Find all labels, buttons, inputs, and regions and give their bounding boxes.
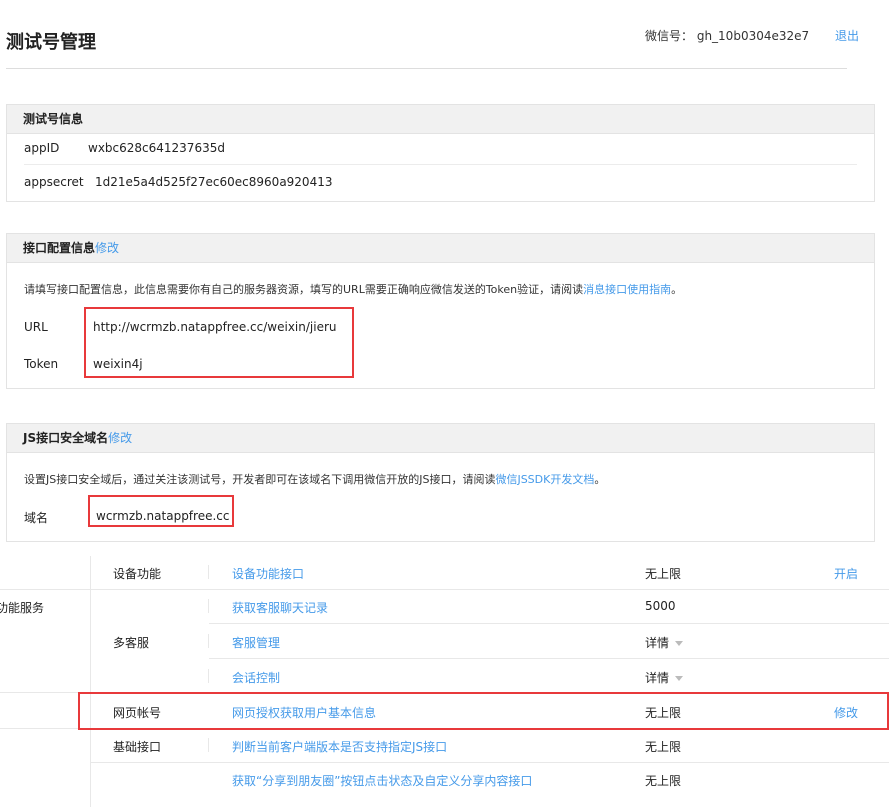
panel-header: 测试号信息 <box>7 105 874 134</box>
api-config-edit-link[interactable]: 修改 <box>95 241 119 255</box>
table-row-divider <box>209 623 889 624</box>
category-basic-api: 基础接口 <box>113 740 162 754</box>
description-text: 请填写接口配置信息，此信息需要你有自己的服务器资源，填写的URL需要正确响应微信… <box>24 283 584 296</box>
token-label: Token <box>24 357 59 371</box>
function-services-label: 功能服务 <box>0 601 45 615</box>
details-dropdown[interactable]: 详情 <box>645 634 684 651</box>
limit-value: 无上限 <box>645 567 682 581</box>
table-row-divider <box>91 762 889 763</box>
kf-chat-record-link[interactable]: 获取客服聊天记录 <box>232 599 328 616</box>
highlight-box <box>88 495 234 527</box>
url-row: URL http://wcrmzb.natappfree.cc/weixin/j… <box>24 320 337 334</box>
table-column-divider <box>208 634 209 648</box>
details-label: 详情 <box>645 636 670 650</box>
table-column-divider <box>208 599 209 613</box>
jssdk-doc-link[interactable]: 微信JSSDK开发文档 <box>495 473 594 486</box>
panel-header: JS接口安全域名修改 <box>7 424 874 453</box>
category-device: 设备功能 <box>113 567 162 581</box>
table-column-divider <box>208 738 209 752</box>
table-row-divider <box>0 589 889 590</box>
panel-title: JS接口安全域名 <box>23 431 109 445</box>
category-customer-service: 多客服 <box>113 636 150 650</box>
table-column-divider <box>208 669 209 683</box>
js-domain-edit-link[interactable]: 修改 <box>108 431 132 445</box>
table-column-divider <box>208 565 209 579</box>
caret-down-icon <box>675 641 684 646</box>
highlight-box <box>78 692 889 730</box>
kf-manage-link[interactable]: 客服管理 <box>232 634 280 651</box>
test-account-panel: 测试号信息 appID wxbc628c641237635d appsecret… <box>6 104 875 202</box>
token-row: Token weixin4j <box>24 357 143 371</box>
appsecret-label: appsecret <box>24 175 84 189</box>
description-suffix: 。 <box>671 283 683 296</box>
enable-device-link[interactable]: 开启 <box>834 565 858 582</box>
wechat-id-label: 微信号： <box>644 29 693 43</box>
appid-label: appID <box>24 141 60 155</box>
table-row-divider <box>209 658 889 659</box>
js-domain-description: 设置JS接口安全域后，通过关注该测试号，开发者即可在该域名下调用微信开放的JS接… <box>24 471 605 487</box>
caret-down-icon <box>675 676 684 681</box>
panel-title: 测试号信息 <box>23 112 84 126</box>
limit-value: 5000 <box>645 599 676 613</box>
highlight-box <box>84 307 354 378</box>
session-control-link[interactable]: 会话控制 <box>232 669 280 686</box>
description-suffix: 。 <box>594 473 606 486</box>
header-divider <box>6 68 847 69</box>
api-config-description: 请填写接口配置信息，此信息需要你有自己的服务器资源，填写的URL需要正确响应微信… <box>24 281 682 297</box>
details-label: 详情 <box>645 671 670 685</box>
account-info: 微信号： gh_10b0304e32e7 退出 <box>645 27 859 44</box>
appid-row: appID wxbc628c641237635d <box>24 141 225 155</box>
panel-title: 接口配置信息 <box>23 241 96 255</box>
appsecret-value: 1d21e5a4d525f27ec60ec8960a920413 <box>95 175 333 189</box>
check-js-api-link[interactable]: 判断当前客户端版本是否支持指定JS接口 <box>232 738 447 755</box>
appid-value: wxbc628c641237635d <box>88 141 225 155</box>
limit-value: 无上限 <box>645 774 682 788</box>
logout-link[interactable]: 退出 <box>835 29 859 43</box>
url-label: URL <box>24 320 48 334</box>
page-title: 测试号管理 <box>6 32 96 53</box>
share-timeline-link[interactable]: 获取“分享到朋友圈”按钮点击状态及自定义分享内容接口 <box>232 772 532 789</box>
panel-header: 接口配置信息修改 <box>7 234 874 263</box>
table-column-divider <box>90 556 91 807</box>
message-api-guide-link[interactable]: 消息接口使用指南 <box>583 283 671 296</box>
domain-row: 域名 wcrmzb.natappfree.cc <box>24 509 229 526</box>
limit-value: 无上限 <box>645 740 682 754</box>
row-divider <box>24 164 857 165</box>
device-api-link[interactable]: 设备功能接口 <box>232 565 304 582</box>
wechat-id-value: gh_10b0304e32e7 <box>696 29 810 43</box>
appsecret-row: appsecret 1d21e5a4d525f27ec60ec8960a9204… <box>24 175 332 189</box>
description-text: 设置JS接口安全域后，通过关注该测试号，开发者即可在该域名下调用微信开放的JS接… <box>24 473 496 486</box>
details-dropdown[interactable]: 详情 <box>645 669 684 686</box>
domain-label: 域名 <box>24 511 49 525</box>
